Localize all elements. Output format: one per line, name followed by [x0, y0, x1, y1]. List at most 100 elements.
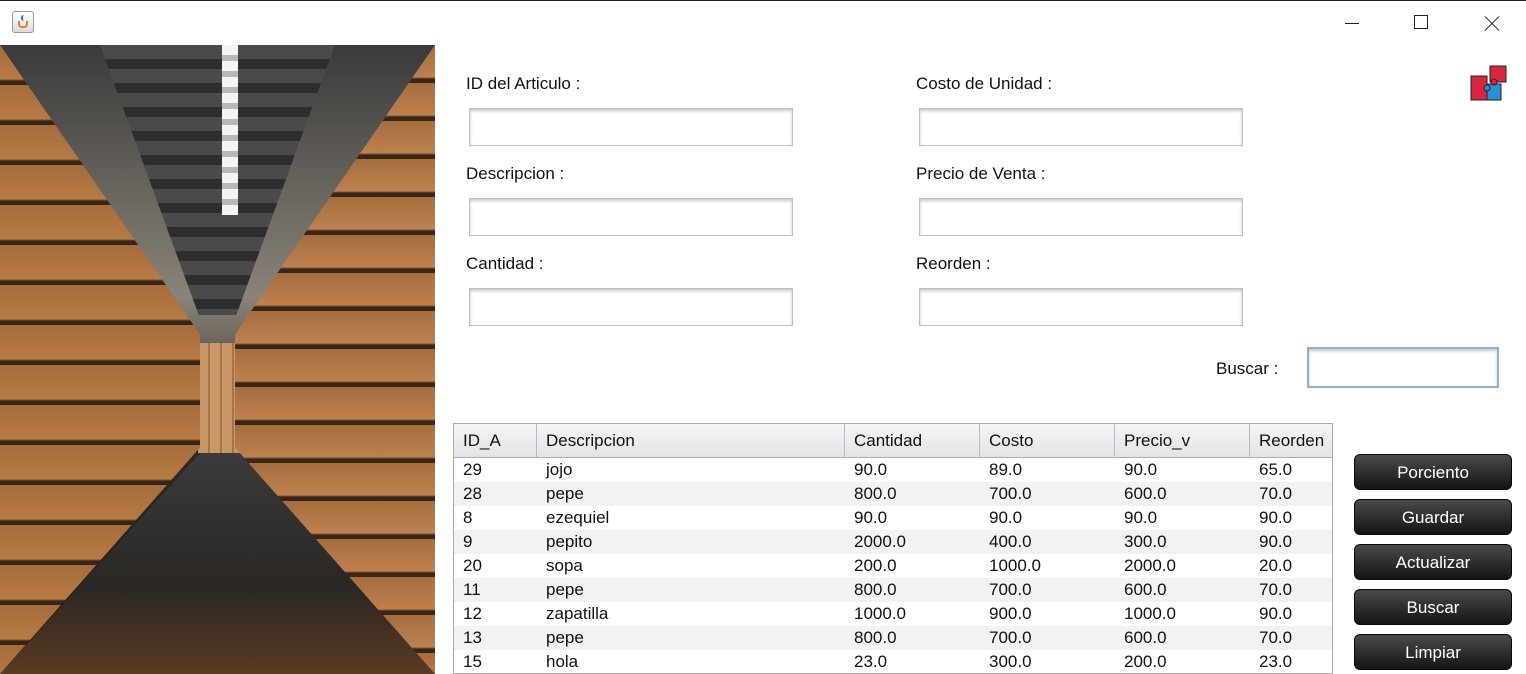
cell-precio: 2000.0 [1124, 556, 1176, 575]
cell-descripcion: hola [546, 652, 579, 671]
cell-cantidad: 90.0 [854, 460, 888, 479]
column-header-id[interactable]: ID_A [454, 424, 537, 457]
cell-precio: 600.0 [1124, 628, 1167, 647]
cell-cantidad: 800.0 [854, 580, 897, 599]
cell-reorden: 70.0 [1259, 580, 1293, 599]
cell-descripcion: pepe [546, 628, 584, 647]
id-articulo-label: ID del Articulo : [466, 74, 581, 93]
table-row[interactable]: 9 pepito 2000.0 400.0 300.0 90.0 [454, 530, 1332, 554]
column-header-descripcion[interactable]: Descripcion [537, 424, 845, 457]
cell-reorden: 65.0 [1259, 460, 1293, 479]
table-row[interactable]: 29 jojo 90.0 89.0 90.0 65.0 [454, 458, 1332, 482]
table-row[interactable]: 12 zapatilla 1000.0 900.0 1000.0 90.0 [454, 602, 1332, 626]
cell-costo: 700.0 [989, 580, 1032, 599]
cell-reorden: 90.0 [1259, 508, 1293, 527]
cell-costo: 89.0 [989, 460, 1023, 479]
id-articulo-field[interactable] [469, 108, 793, 146]
cell-precio: 1000.0 [1124, 604, 1176, 623]
search-input[interactable] [1307, 347, 1499, 388]
puzzle-logo-icon [1470, 65, 1507, 101]
cell-descripcion: zapatilla [546, 604, 609, 623]
cell-descripcion: pepito [546, 532, 593, 551]
cell-cantidad: 2000.0 [854, 532, 906, 551]
cell-reorden: 70.0 [1259, 484, 1293, 503]
actualizar-button[interactable]: Actualizar [1354, 544, 1512, 580]
reorden-field[interactable] [919, 288, 1243, 326]
cell-reorden: 20.0 [1259, 556, 1293, 575]
cell-reorden: 23.0 [1259, 652, 1293, 671]
maximize-button[interactable] [1386, 1, 1456, 46]
cell-reorden: 70.0 [1259, 628, 1293, 647]
descripcion-label: Descripcion : [466, 164, 565, 183]
column-header-cantidad[interactable]: Cantidad [845, 424, 980, 457]
cell-costo: 90.0 [989, 508, 1023, 527]
cell-id: 8 [463, 508, 473, 527]
table-row[interactable]: 28 pepe 800.0 700.0 600.0 70.0 [454, 482, 1332, 506]
reorden-label: Reorden : [916, 254, 991, 273]
costo-unidad-field[interactable] [919, 108, 1243, 146]
precio-venta-field[interactable] [919, 198, 1243, 236]
cell-cantidad: 1000.0 [854, 604, 906, 623]
cell-costo: 300.0 [989, 652, 1032, 671]
costo-unidad-label: Costo de Unidad : [916, 74, 1053, 93]
cell-id: 9 [463, 532, 473, 551]
column-header-costo[interactable]: Costo [980, 424, 1115, 457]
guardar-button[interactable]: Guardar [1354, 499, 1512, 535]
warehouse-image [0, 45, 435, 674]
cell-cantidad: 200.0 [854, 556, 897, 575]
table-row[interactable]: 8 ezequiel 90.0 90.0 90.0 90.0 [454, 506, 1332, 530]
buscar-label: Buscar : [1216, 359, 1279, 378]
cell-precio: 300.0 [1124, 532, 1167, 551]
table-row[interactable]: 15 hola 23.0 300.0 200.0 23.0 [454, 650, 1332, 673]
cantidad-field[interactable] [469, 288, 793, 326]
cell-costo: 400.0 [989, 532, 1032, 551]
limpiar-button[interactable]: Limpiar [1354, 634, 1512, 670]
cell-descripcion: ezequiel [546, 508, 610, 527]
cell-cantidad: 23.0 [854, 652, 888, 671]
cell-id: 11 [463, 580, 481, 599]
column-header-reorden[interactable]: Reorden [1250, 424, 1332, 457]
cell-id: 20 [463, 556, 482, 575]
cell-costo: 900.0 [989, 604, 1032, 623]
cell-descripcion: pepe [546, 484, 584, 503]
table-row[interactable]: 13 pepe 800.0 700.0 600.0 70.0 [454, 626, 1332, 650]
maximize-icon [1414, 15, 1428, 29]
java-cup-icon[interactable] [12, 11, 34, 33]
cell-reorden: 90.0 [1259, 532, 1293, 551]
cantidad-label: Cantidad : [466, 254, 544, 273]
table-row[interactable]: 20 sopa 200.0 1000.0 2000.0 20.0 [454, 554, 1332, 578]
minimize-icon [1345, 23, 1359, 24]
cell-id: 15 [463, 652, 482, 671]
buscar-button[interactable]: Buscar [1354, 589, 1512, 625]
cell-precio: 90.0 [1124, 460, 1158, 479]
cell-cantidad: 90.0 [854, 508, 888, 527]
close-button[interactable] [1456, 1, 1526, 46]
table-row[interactable]: 11 pepe 800.0 700.0 600.0 70.0 [454, 578, 1332, 602]
articles-table: ID_A Descripcion Cantidad Costo Precio_v… [453, 423, 1333, 674]
minimize-button[interactable] [1316, 1, 1386, 46]
table-body: 29 jojo 90.0 89.0 90.0 65.0 28 pepe 800.… [454, 458, 1332, 673]
cell-costo: 1000.0 [989, 556, 1041, 575]
cell-precio: 600.0 [1124, 484, 1167, 503]
cell-cantidad: 800.0 [854, 484, 897, 503]
title-bar [0, 0, 1526, 45]
cell-descripcion: jojo [546, 460, 573, 479]
cell-cantidad: 800.0 [854, 628, 897, 647]
cell-descripcion: pepe [546, 580, 584, 599]
cell-id: 13 [463, 628, 482, 647]
cell-precio: 90.0 [1124, 508, 1158, 527]
cell-id: 12 [463, 604, 482, 623]
cell-precio: 200.0 [1124, 652, 1167, 671]
descripcion-field[interactable] [469, 198, 793, 236]
cell-precio: 600.0 [1124, 580, 1167, 599]
porciento-button[interactable]: Porciento [1354, 454, 1512, 490]
cell-costo: 700.0 [989, 484, 1032, 503]
precio-venta-label: Precio de Venta : [916, 164, 1046, 183]
cell-id: 29 [463, 460, 482, 479]
column-header-precio[interactable]: Precio_v [1115, 424, 1250, 457]
cell-id: 28 [463, 484, 482, 503]
table-header: ID_A Descripcion Cantidad Costo Precio_v… [454, 424, 1332, 458]
cell-costo: 700.0 [989, 628, 1032, 647]
cell-reorden: 90.0 [1259, 604, 1293, 623]
cell-descripcion: sopa [546, 556, 583, 575]
